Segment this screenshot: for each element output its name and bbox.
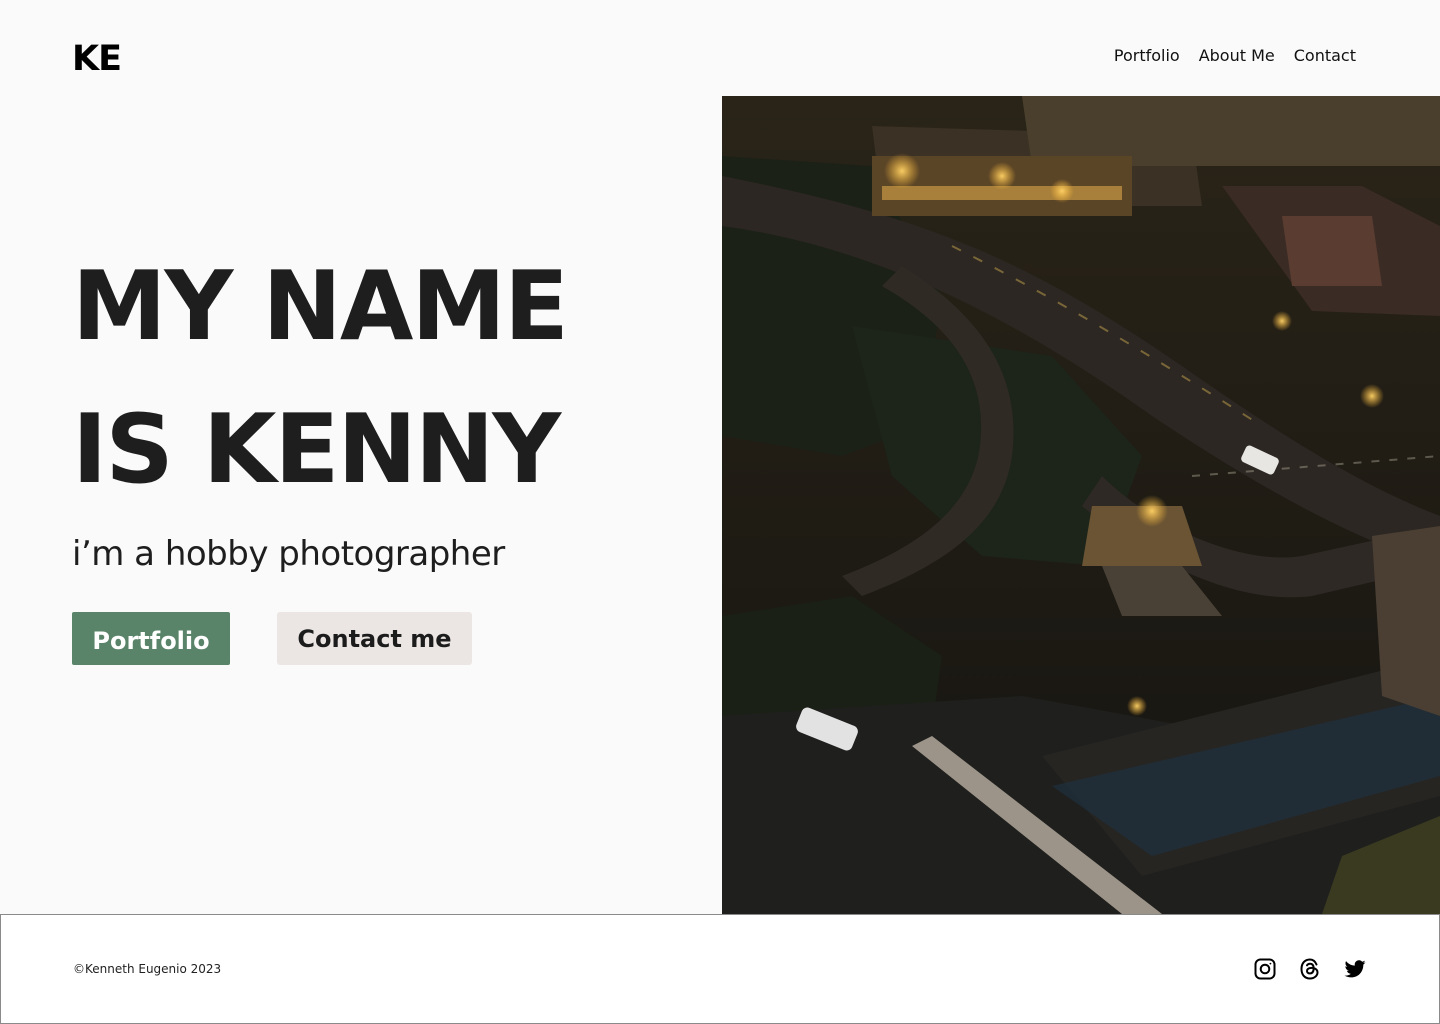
nav-link-portfolio[interactable]: Portfolio [1114, 45, 1180, 67]
hero-headline-line-2: IS KENNY [72, 395, 561, 505]
copyright-text: ©Kenneth Eugenio 2023 [73, 962, 222, 976]
twitter-icon[interactable] [1343, 957, 1367, 981]
nav-link-about-me[interactable]: About Me [1199, 45, 1275, 67]
main-nav: Portfolio About Me Contact [1114, 45, 1356, 67]
nav-link-contact[interactable]: Contact [1294, 45, 1356, 67]
hero-photo [722, 96, 1440, 914]
site-logo[interactable]: KE [72, 38, 122, 80]
site-footer: ©Kenneth Eugenio 2023 [0, 914, 1440, 1024]
hero-headline: MY NAME IS KENNY [72, 236, 569, 522]
threads-icon[interactable] [1298, 957, 1322, 981]
instagram-icon[interactable] [1253, 957, 1277, 981]
contact-me-button[interactable]: Contact me [277, 612, 472, 665]
hero-tagline: i’m a hobby photographer [72, 534, 505, 574]
social-links [1253, 957, 1367, 981]
portfolio-button[interactable]: Portfolio [72, 612, 230, 665]
hero-headline-line-1: MY NAME [72, 252, 569, 362]
